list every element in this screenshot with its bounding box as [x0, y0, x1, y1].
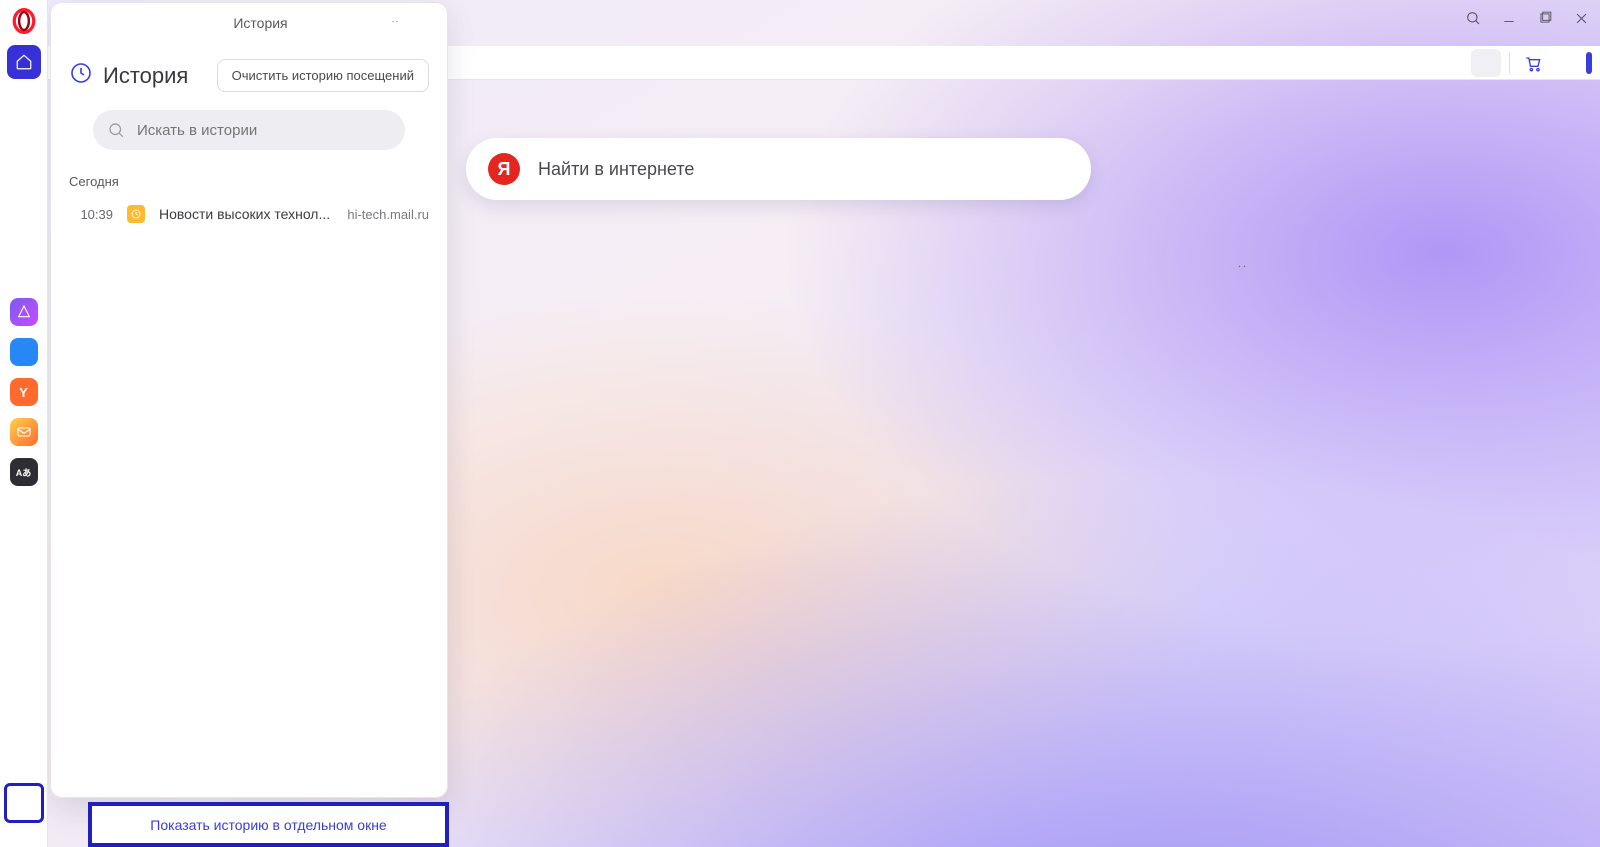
emoji-icon[interactable]	[1232, 258, 1252, 283]
window-controls	[1458, 4, 1596, 32]
open-history-window-label: Показать историю в отдельном окне	[150, 817, 386, 833]
panel-address-text: История	[233, 15, 287, 31]
yandex-search-placeholder: Найти в интернете	[538, 159, 1031, 180]
screenshot-icon[interactable]	[1407, 49, 1437, 77]
sidebar-more-button[interactable]	[7, 823, 41, 847]
sidebar-history-button[interactable]	[7, 786, 41, 820]
sidebar-favorites-button[interactable]	[7, 746, 41, 780]
sidebar-app-yandex[interactable]: Y	[10, 378, 38, 406]
history-item[interactable]: 10:39 Новости высоких технол... hi-tech.…	[51, 197, 447, 231]
browser-window: Y Aあ	[0, 0, 1600, 847]
sidebar-bookmarks-button[interactable]	[7, 85, 41, 119]
clock-icon	[69, 61, 93, 90]
address-bar-tools	[1407, 49, 1592, 77]
cart-icon[interactable]	[1518, 49, 1548, 77]
easy-setup-handle[interactable]	[1586, 52, 1592, 74]
history-title-row: История Очистить историю посещений	[51, 43, 447, 100]
panel-address[interactable]: История	[123, 15, 377, 31]
sidebar-home-button[interactable]	[7, 45, 41, 79]
profile-icon[interactable]	[1471, 49, 1501, 77]
history-title: История	[103, 63, 188, 89]
sidebar-app-translate[interactable]: Aあ	[10, 458, 38, 486]
clear-history-button[interactable]: Очистить историю посещений	[217, 59, 429, 92]
open-history-window-button[interactable]: Показать историю в отдельном окне	[88, 802, 449, 847]
history-search[interactable]	[93, 110, 405, 150]
yandex-search-bar[interactable]: Я Найти в интернете	[466, 138, 1091, 200]
history-panel: История История Очистить историю посещен…	[50, 2, 448, 798]
browser-search-icon[interactable]	[1458, 4, 1488, 32]
opera-logo-icon[interactable]	[9, 6, 39, 36]
yandex-logo-icon: Я	[488, 153, 520, 185]
window-minimize-icon[interactable]	[1494, 4, 1524, 32]
history-search-input[interactable]	[135, 121, 391, 140]
cube-icon[interactable]	[1550, 49, 1580, 77]
history-panel-toolbar: История	[51, 3, 447, 43]
history-item-host: hi-tech.mail.ru	[347, 207, 429, 222]
history-item-favicon	[127, 205, 145, 223]
history-section-today: Сегодня	[51, 156, 447, 197]
panel-pin-icon[interactable]	[411, 11, 435, 35]
search-icon[interactable]	[1049, 157, 1069, 182]
panel-menu-icon[interactable]	[63, 11, 87, 35]
history-item-time: 10:39	[69, 207, 113, 222]
left-rail: Y Aあ	[0, 0, 48, 847]
settings-list-icon[interactable]	[1439, 49, 1469, 77]
sidebar-app-alice[interactable]	[10, 298, 38, 326]
divider	[1509, 52, 1510, 74]
window-close-icon[interactable]	[1566, 4, 1596, 32]
panel-reload-icon[interactable]	[93, 11, 117, 35]
sidebar-app-vk[interactable]	[10, 338, 38, 366]
panel-emoji-icon[interactable]	[383, 11, 407, 35]
sidebar-app-mail[interactable]	[10, 418, 38, 446]
window-maximize-icon[interactable]	[1530, 4, 1560, 32]
history-item-title: Новости высоких технол...	[159, 206, 333, 222]
sidebar-player-button[interactable]	[7, 706, 41, 740]
